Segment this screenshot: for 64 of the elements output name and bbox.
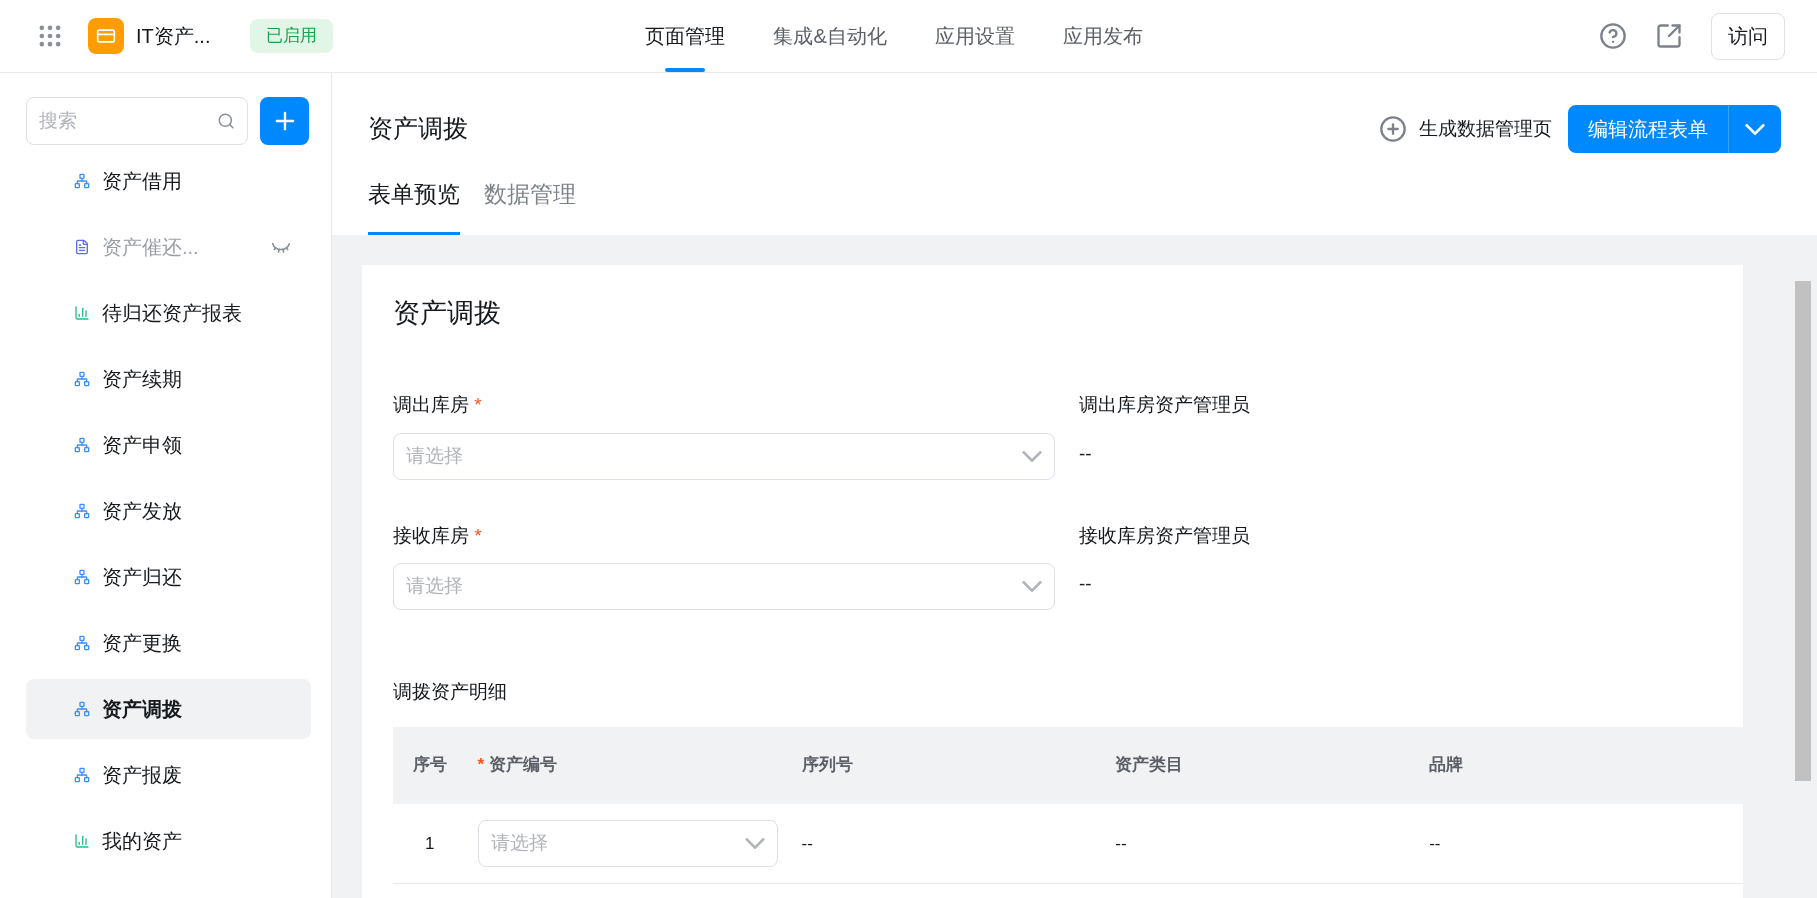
sidebar-item[interactable]: 资产更换	[26, 613, 311, 673]
help-icon[interactable]	[1599, 22, 1627, 50]
nav-tab[interactable]: 应用设置	[934, 0, 1015, 72]
flow-icon	[74, 437, 90, 453]
sidebar-item[interactable]: 资产报废	[26, 745, 311, 805]
chevron-down-icon	[744, 837, 765, 849]
document-icon	[74, 239, 90, 255]
sidebar-item[interactable]: 资产申领	[26, 415, 311, 475]
select-placeholder: 请选择	[490, 831, 548, 855]
field-value: --	[1079, 572, 1093, 596]
flow-icon	[74, 371, 90, 387]
sidebar-item[interactable]: 资产归还	[26, 547, 311, 607]
search-input[interactable]: 搜索	[39, 106, 217, 136]
select-placeholder: 请选择	[406, 574, 463, 599]
chevron-down-icon	[1022, 450, 1042, 462]
sidebar-item[interactable]: 我的资产	[26, 811, 311, 871]
chevron-down-icon	[1745, 123, 1765, 135]
column-header: 品牌	[1429, 726, 1743, 804]
sidebar-item[interactable]: 资产调拨	[26, 679, 311, 739]
table-cell: --	[1429, 803, 1743, 884]
tab-underline	[665, 68, 706, 72]
external-link-icon[interactable]	[1655, 22, 1683, 50]
page-title: 资产调拨	[368, 113, 468, 145]
app-name: IT资产...	[136, 24, 211, 49]
chevron-down-icon	[1022, 581, 1042, 592]
status-tag: 已启用	[250, 19, 334, 53]
page-tab[interactable]: 数据管理	[484, 177, 576, 235]
sidebar-item[interactable]: 待归还资产报表	[26, 283, 311, 343]
flow-icon	[74, 635, 90, 651]
sidebar-item[interactable]: 资产续期	[26, 349, 311, 409]
form-title: 资产调拨	[393, 296, 502, 330]
flow-icon	[74, 569, 90, 585]
select-placeholder: 请选择	[406, 443, 463, 468]
search-field[interactable]: 搜索	[26, 97, 248, 145]
field-label: 调出库房资产管理员	[1079, 393, 1250, 417]
generate-data-page-link[interactable]: 生成数据管理页	[1379, 114, 1552, 144]
flow-icon	[74, 767, 90, 783]
nav-tab[interactable]: 集成&自动化	[773, 0, 887, 72]
column-header: 序号	[393, 726, 478, 804]
app-logo-icon	[88, 18, 124, 54]
chart-icon	[74, 833, 90, 849]
sidebar-item[interactable]: 资产借用	[26, 151, 311, 211]
flow-icon	[74, 503, 90, 519]
table-cell: --	[801, 803, 1116, 884]
nav-tab[interactable]: 页面管理	[645, 0, 726, 72]
flow-icon	[74, 173, 90, 189]
field-label: 接收库房 *	[393, 523, 483, 548]
search-icon	[216, 111, 235, 131]
chart-icon	[74, 305, 90, 321]
field-label: 调出库房 *	[393, 393, 483, 417]
field-value: --	[1079, 441, 1093, 466]
add-button[interactable]	[260, 97, 309, 145]
table-cell: --	[1115, 803, 1430, 884]
column-header: 资产类目	[1115, 726, 1430, 804]
field-label: 接收库房资产管理员	[1079, 523, 1250, 548]
table-title: 调拨资产明细	[393, 680, 508, 704]
sidebar-item[interactable]: 资产发放	[26, 481, 311, 541]
flow-icon	[74, 701, 90, 717]
visit-button[interactable]: 访问	[1711, 12, 1785, 60]
column-header: 序列号	[801, 726, 1116, 804]
nav-tab[interactable]: 应用发布	[1062, 0, 1143, 72]
table-cell: 1	[393, 803, 478, 884]
column-header: * 资产编号	[477, 726, 802, 804]
plus-circle-icon	[1379, 115, 1407, 143]
